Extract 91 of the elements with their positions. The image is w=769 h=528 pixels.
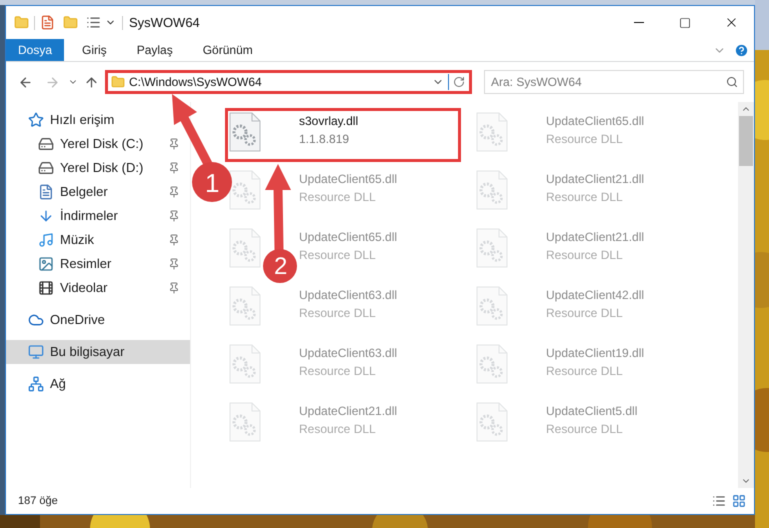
item-count: 187 öğe <box>18 494 58 509</box>
nav-item[interactable]: Bu bilgisayar <box>6 340 190 364</box>
pin-icon[interactable] <box>168 210 180 222</box>
film-icon <box>38 280 54 296</box>
file-detail: Resource DLL <box>299 305 377 322</box>
help-icon[interactable] <box>734 42 749 58</box>
scrollbar[interactable] <box>738 102 754 488</box>
music-note-icon <box>38 232 54 248</box>
annotation-number: 2 <box>274 255 288 279</box>
nav-item-label: OneDrive <box>50 311 105 330</box>
nav-item-label: Belgeler <box>60 183 109 202</box>
window-title: SysWOW64 <box>129 14 200 32</box>
file-detail: 1.1.8.819 <box>299 131 350 148</box>
nav-item[interactable]: Belgeler <box>6 180 190 204</box>
ribbon-tab[interactable]: Paylaş <box>124 39 185 61</box>
nav-item[interactable]: Videolar <box>6 276 190 300</box>
nav-item[interactable]: OneDrive <box>6 308 113 332</box>
file-detail: Resource DLL <box>546 131 624 148</box>
large-icons-view-icon[interactable] <box>732 494 746 508</box>
folder-icon <box>111 75 125 89</box>
gear-file-icon <box>229 286 261 326</box>
pin-icon[interactable] <box>168 138 180 150</box>
nav-item-label: Yerel Disk (D:) <box>60 159 144 178</box>
annotation-number: 1 <box>205 170 220 196</box>
pin-icon[interactable] <box>168 186 180 198</box>
network-icon <box>28 376 44 392</box>
details-view-icon[interactable] <box>712 494 726 508</box>
up-icon[interactable] <box>84 74 99 90</box>
gear-file-icon <box>229 344 261 384</box>
file-detail: Resource DLL <box>546 305 624 322</box>
annotation-badge <box>192 162 232 202</box>
nav-item-label: Müzik <box>60 231 95 250</box>
file-detail: Resource DLL <box>546 247 624 264</box>
gear-file-icon <box>476 344 508 384</box>
file-detail: Resource DLL <box>299 247 377 264</box>
document-icon <box>38 184 54 200</box>
gear-file-icon <box>229 112 261 152</box>
properties-icon[interactable] <box>40 15 55 30</box>
drive-icon <box>38 136 54 152</box>
gear-file-icon <box>476 170 508 210</box>
gear-file-icon <box>476 286 508 326</box>
view-icon[interactable] <box>86 15 101 30</box>
nav-item-label: Resimler <box>60 255 112 274</box>
back-icon[interactable] <box>18 74 33 90</box>
gear-file-icon <box>476 228 508 268</box>
image-icon <box>38 256 54 272</box>
minimize-icon <box>634 22 644 23</box>
cloud-icon <box>28 312 44 328</box>
nav-item-label: Videolar <box>60 279 108 298</box>
nav-item-label: Ağ <box>50 375 66 394</box>
nav-item-label: İndirmeler <box>60 207 119 226</box>
ribbon-tab[interactable]: Dosya <box>6 39 64 61</box>
address-bar[interactable]: C:\Windows\SysWOW64 <box>105 70 472 94</box>
file-name[interactable]: s3ovrlay.dll <box>299 112 358 130</box>
search-icon[interactable] <box>726 76 738 88</box>
file-detail: Resource DLL <box>546 421 624 438</box>
nav-item[interactable]: İndirmeler <box>6 204 190 228</box>
monitor-icon <box>28 344 44 360</box>
file-detail: Resource DLL <box>299 189 377 206</box>
gear-file-icon <box>229 170 261 210</box>
gear-file-icon <box>229 402 261 442</box>
star-icon <box>28 112 44 128</box>
annotation-badge <box>263 249 297 283</box>
nav-item[interactable]: Yerel Disk (C:) <box>6 132 190 156</box>
nav-item[interactable]: Resimler <box>6 252 190 276</box>
file-detail: Resource DLL <box>299 421 377 438</box>
pin-icon[interactable] <box>168 282 180 294</box>
drive-icon <box>38 160 54 176</box>
nav-item[interactable]: Ağ <box>6 372 74 396</box>
file-detail: Resource DLL <box>546 189 624 206</box>
pin-icon[interactable] <box>168 234 180 246</box>
gear-file-icon <box>476 112 508 152</box>
maximize-icon <box>679 16 691 28</box>
ribbon-tab[interactable]: Görünüm <box>190 39 265 61</box>
search-field[interactable]: Ara: SysWOW64 <box>484 70 744 94</box>
address-path: C:\Windows\SysWOW64 <box>129 74 263 91</box>
ribbon-tab[interactable]: Giriş <box>70 39 119 61</box>
refresh-icon[interactable] <box>453 76 465 88</box>
pin-icon[interactable] <box>168 258 180 270</box>
nav-item-label: Bu bilgisayar <box>50 343 126 362</box>
scrollbar-thumb[interactable] <box>739 116 753 166</box>
nav-item[interactable]: Müzik <box>6 228 190 252</box>
pin-icon[interactable] <box>168 162 180 174</box>
nav-item[interactable]: Hızlı erişim <box>6 108 122 132</box>
nav-item-label: Yerel Disk (C:) <box>60 135 144 154</box>
nav-item[interactable]: Yerel Disk (D:) <box>6 156 190 180</box>
file-detail: Resource DLL <box>546 363 624 380</box>
gear-file-icon <box>476 402 508 442</box>
gear-file-icon <box>229 228 261 268</box>
file-detail: Resource DLL <box>299 363 377 380</box>
nav-item-label: Hızlı erişim <box>50 111 114 130</box>
